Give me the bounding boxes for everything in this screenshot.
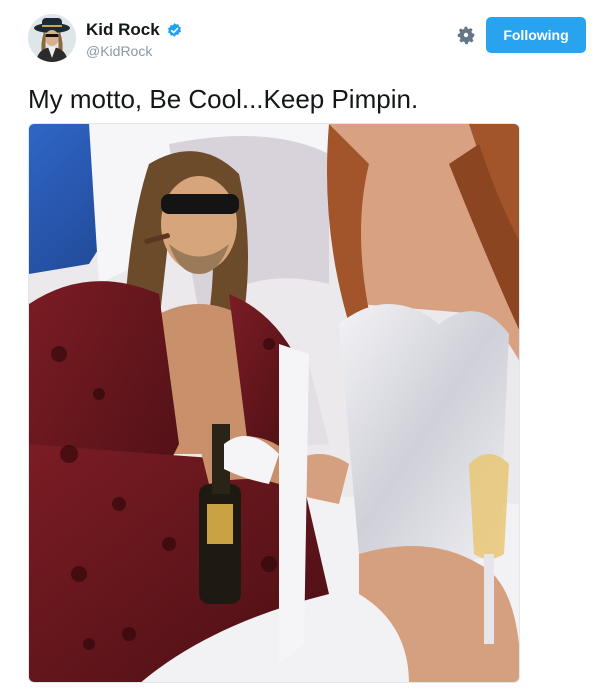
tweet-header: Kid Rock @KidRock Following	[28, 14, 588, 68]
gear-icon[interactable]	[455, 24, 477, 46]
following-button[interactable]: Following	[486, 17, 586, 53]
user-handle[interactable]: @KidRock	[86, 42, 183, 60]
display-name[interactable]: Kid Rock	[86, 20, 160, 40]
tweet-text: My motto, Be Cool...Keep Pimpin.	[28, 84, 419, 114]
tweet-photo[interactable]	[28, 123, 520, 683]
verified-badge-icon	[166, 22, 183, 39]
display-name-row[interactable]: Kid Rock	[86, 20, 183, 40]
avatar[interactable]	[28, 14, 76, 62]
user-info: Kid Rock @KidRock	[86, 20, 183, 60]
